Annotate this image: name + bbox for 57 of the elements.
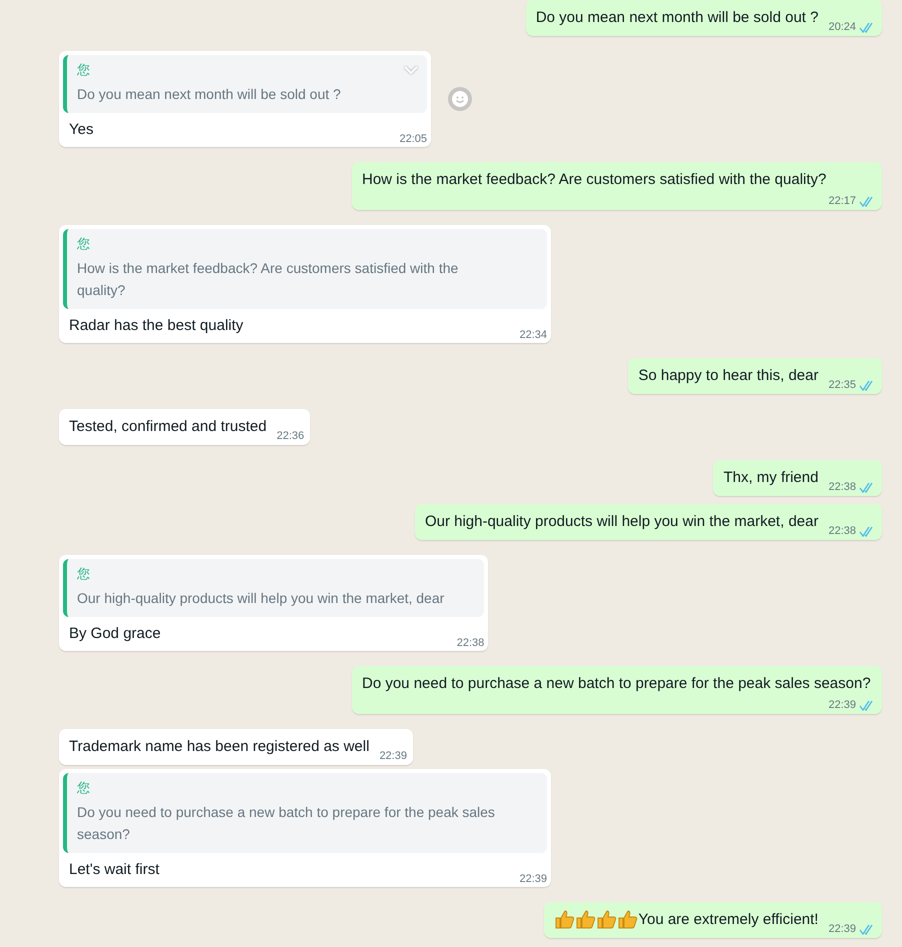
thumbs-up-icon xyxy=(575,909,596,929)
sent-message[interactable]: You are extremely efficient! 22:39 xyxy=(544,902,882,938)
message-time: 22:39 xyxy=(828,923,856,935)
thumbs-up-icon xyxy=(596,909,618,929)
message-time: 22:34 xyxy=(519,329,547,341)
quoted-message[interactable]: 您 Our high-quality products will help you win the market, dear xyxy=(63,559,484,617)
message-text: Trademark name has been registered as well xyxy=(69,737,370,757)
message-text: Do you need to purchase a new batch to prepare for the peak sales season? xyxy=(362,674,871,694)
received-message[interactable]: 您 How is the market feedback? Are customers satisfied with the quality? Radar has the best quality 22:34 xyxy=(59,225,551,343)
thumbs-up-icon xyxy=(617,909,638,929)
sent-message[interactable]: Thx, my friend 22:38 xyxy=(713,460,882,496)
sent-message[interactable]: Do you mean next month will be sold out ? 20:24 xyxy=(526,0,882,36)
chevron-down-icon[interactable] xyxy=(403,65,419,75)
message-text: Yes xyxy=(69,120,94,140)
message-time: 22:38 xyxy=(828,481,856,493)
received-message[interactable]: Tested, confirmed and trusted 22:36 xyxy=(59,409,310,445)
message-text: Our high-quality products will help you win the market, dear xyxy=(424,512,818,532)
sent-message[interactable]: How is the market feedback? Are customers satisfied with the quality? 22:17 xyxy=(352,162,882,210)
received-message[interactable]: Trademark name has been registered as well 22:39 xyxy=(59,729,413,765)
quoted-message[interactable]: 您 Do you need to purchase a new batch to prepare for the peak sales season? xyxy=(63,773,547,853)
message-time: 22:38 xyxy=(828,525,856,537)
emoji-icon[interactable] xyxy=(447,86,473,112)
message-time: 22:38 xyxy=(456,637,484,649)
quote-text: How is the market feedback? Are customers satisfied with the quality? xyxy=(77,259,460,300)
thumbs-up-icon xyxy=(554,909,576,929)
message-text: You are extremely efficient! xyxy=(638,910,818,930)
message-text: So happy to hear this, dear xyxy=(638,366,818,386)
message-time: 22:39 xyxy=(379,750,407,762)
received-message[interactable]: 您 Do you mean next month will be sold out ? Yes 22:05 xyxy=(59,51,431,147)
sent-message[interactable]: So happy to hear this, dear 22:35 xyxy=(628,358,882,394)
message-time: 22:39 xyxy=(519,873,547,885)
sent-message[interactable]: Our high-quality products will help you win the market, dear 22:38 xyxy=(414,504,882,540)
quote-author: 您 xyxy=(77,235,91,253)
message-text: Let's wait first xyxy=(69,860,160,880)
quote-author: 您 xyxy=(77,779,91,797)
message-time: 22:39 xyxy=(828,699,856,711)
received-message[interactable]: 您 Our high-quality products will help you win the market, dear By God grace 22:38 xyxy=(59,555,488,651)
quoted-message[interactable]: 您 Do you mean next month will be sold out ? xyxy=(63,55,427,113)
message-time: 22:05 xyxy=(399,133,427,145)
message-text: By God grace xyxy=(69,624,161,644)
quoted-message[interactable]: 您 How is the market feedback? Are customers satisfied with the quality? xyxy=(63,229,547,309)
received-message[interactable]: 您 Do you need to purchase a new batch to prepare for the peak sales season? Let's wait first 22:39 xyxy=(59,769,551,887)
quote-author: 您 xyxy=(77,565,91,583)
quote-text: Our high-quality products will help you win the market, dear xyxy=(77,589,444,608)
message-text: Tested, confirmed and trusted xyxy=(69,417,267,437)
message-text: Thx, my friend xyxy=(723,468,818,488)
message-time: 22:35 xyxy=(828,379,856,391)
message-time: 20:24 xyxy=(828,21,856,33)
quote-text: Do you need to purchase a new batch to prepare for the peak sales season? xyxy=(77,803,496,844)
message-text: Radar has the best quality xyxy=(69,316,244,336)
message-time: 22:36 xyxy=(276,430,304,442)
sent-message[interactable]: Do you need to purchase a new batch to prepare for the peak sales season? 22:39 xyxy=(352,666,882,714)
message-time: 22:17 xyxy=(828,195,856,207)
message-text: How is the market feedback? Are customers satisfied with the quality? xyxy=(362,170,826,190)
quote-author: 您 xyxy=(77,61,91,79)
message-text: Do you mean next month will be sold out ? xyxy=(536,8,818,28)
quote-text: Do you mean next month will be sold out ? xyxy=(77,85,342,104)
